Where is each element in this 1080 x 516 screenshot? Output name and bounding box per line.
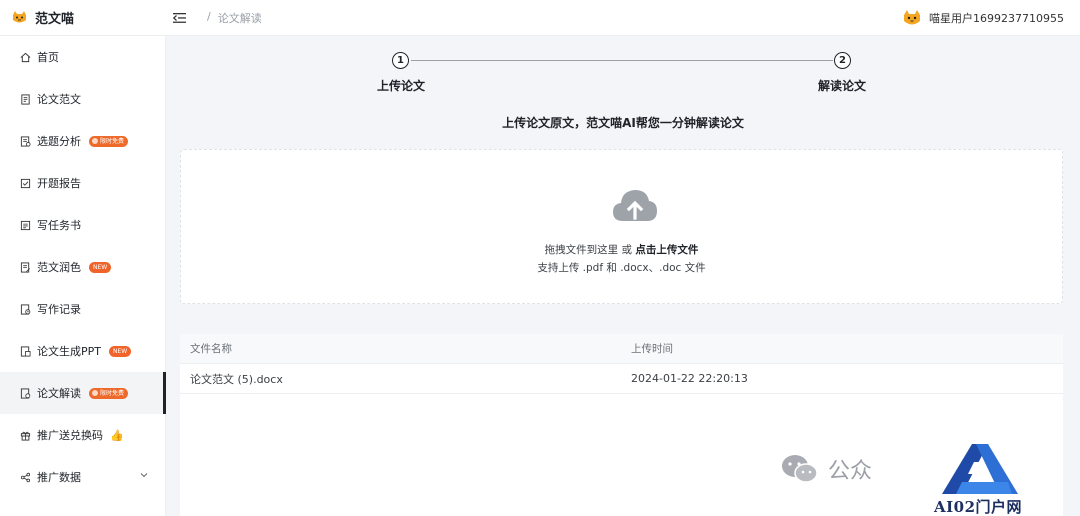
sidebar-item-task-book[interactable]: 写任务书: [0, 204, 166, 246]
brand[interactable]: 范文喵: [0, 8, 166, 27]
brand-name: 范文喵: [35, 12, 75, 27]
step-1-label: 上传论文: [377, 79, 426, 93]
new-badge: NEW: [89, 261, 112, 273]
upload-formats-hint: 支持上传 .pdf 和 .docx、.doc 文件: [537, 262, 706, 274]
upload-instruction: 拖拽文件到这里 或 点击上传文件: [544, 244, 699, 256]
table-header: 文件名称 上传时间: [180, 334, 1063, 364]
top-header: 范文喵 / 论文解读 喵星用户1699237710955: [0, 0, 1080, 36]
sidebar-item-label: 范文润色: [37, 261, 81, 274]
collapse-menu-icon[interactable]: [173, 12, 187, 24]
document-icon: [19, 93, 31, 105]
step-connector: [411, 60, 833, 61]
sidebar-item-papers[interactable]: 论文范文: [0, 78, 166, 120]
files-table: 文件名称 上传时间 论文范文 (5).docx 2024-01-22 22:20…: [180, 334, 1063, 516]
file-name-cell: 论文范文 (5).docx: [190, 372, 283, 386]
sidebar: 首页 论文范文 选题分析 限时免费 开题报告 写任务书 范文润色 NEW 写作记…: [0, 36, 166, 516]
wechat-icon: [782, 455, 818, 483]
sidebar-item-interpret[interactable]: 论文解读 限时免费: [0, 372, 166, 414]
step-1-number: 1: [392, 52, 409, 69]
interpret-icon: [19, 387, 31, 399]
sidebar-item-home[interactable]: 首页: [0, 36, 166, 78]
sidebar-item-label: 论文范文: [37, 93, 81, 106]
polish-icon: [19, 261, 31, 273]
user-menu[interactable]: 喵星用户1699237710955: [903, 0, 1064, 36]
breadcrumb-separator: /: [207, 9, 211, 23]
home-icon: [19, 51, 31, 63]
gift-icon: [19, 429, 31, 441]
share-icon: [19, 471, 31, 483]
sidebar-item-label: 论文生成PPT: [37, 345, 101, 358]
table-row[interactable]: 论文范文 (5).docx 2024-01-22 22:20:13: [180, 364, 1063, 394]
free-badge: 限时免费: [89, 387, 129, 399]
cat-logo-icon: [13, 11, 26, 23]
step-2-number: 2: [834, 52, 851, 69]
upload-time-cell: 2024-01-22 22:20:13: [631, 372, 748, 385]
cloud-upload-icon: [613, 190, 657, 221]
topic-analysis-icon: [19, 135, 31, 147]
sidebar-item-polish[interactable]: 范文润色 NEW: [0, 246, 166, 288]
ppt-icon: [19, 345, 31, 357]
sidebar-item-label: 推广数据: [37, 471, 81, 484]
new-badge: NEW: [109, 345, 132, 357]
sidebar-item-label: 推广送兑换码: [37, 429, 103, 442]
sidebar-item-label: 写作记录: [37, 303, 81, 316]
breadcrumb-current: 论文解读: [217, 11, 262, 25]
sidebar-item-label: 写任务书: [37, 219, 81, 232]
sidebar-item-label: 选题分析: [37, 135, 81, 148]
step-2-label: 解读论文: [818, 79, 867, 93]
report-icon: [19, 177, 31, 189]
column-header-filename: 文件名称: [190, 343, 232, 355]
breadcrumb: / 论文解读: [207, 10, 262, 26]
click-upload-link[interactable]: 点击上传文件: [635, 244, 698, 256]
username: 喵星用户1699237710955: [929, 12, 1064, 25]
avatar: [904, 10, 921, 25]
sidebar-item-ppt[interactable]: 论文生成PPT NEW: [0, 330, 166, 372]
sidebar-item-stats[interactable]: 推广数据: [0, 456, 166, 498]
chevron-down-icon[interactable]: [140, 471, 148, 479]
site-watermark-text: AI02门户网: [934, 498, 1023, 516]
sidebar-item-topic-analysis[interactable]: 选题分析 限时免费: [0, 120, 166, 162]
sidebar-item-label: 首页: [37, 51, 59, 64]
upload-dropzone[interactable]: 拖拽文件到这里 或 点击上传文件 支持上传 .pdf 和 .docx、.doc …: [180, 149, 1063, 304]
free-badge: 限时免费: [89, 135, 129, 147]
task-book-icon: [19, 219, 31, 231]
wechat-watermark: 公众: [780, 453, 872, 485]
sidebar-item-history[interactable]: 写作记录: [0, 288, 166, 330]
intro-text: 上传论文原文，范文喵AI帮您一分钟解读论文: [502, 116, 744, 130]
sidebar-item-label: 开题报告: [37, 177, 81, 190]
history-icon: [19, 303, 31, 315]
column-header-upload-time: 上传时间: [631, 343, 673, 355]
sidebar-item-proposal[interactable]: 开题报告: [0, 162, 166, 204]
wechat-watermark-text: 公众: [828, 459, 873, 484]
sidebar-item-label: 论文解读: [37, 387, 81, 400]
thumbs-up-icon: 👍: [110, 428, 124, 442]
sidebar-item-referral[interactable]: 推广送兑换码 👍: [0, 414, 166, 456]
